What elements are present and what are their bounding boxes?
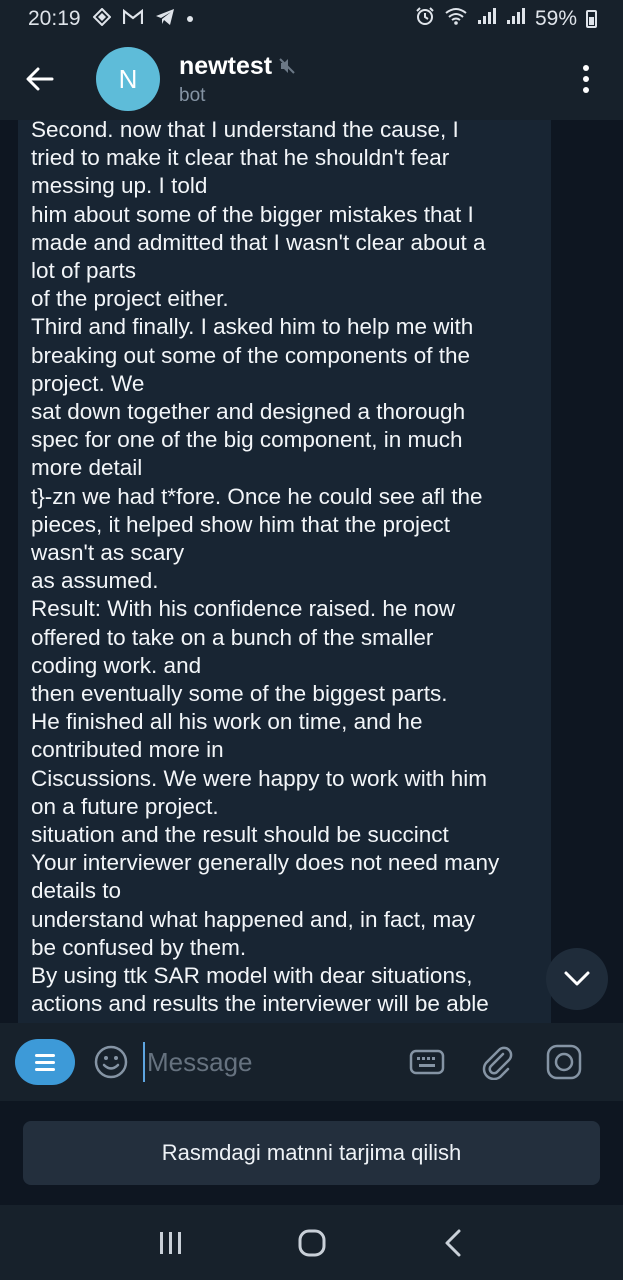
emoji-icon (94, 1045, 128, 1079)
message-line: Second. now that I understand the cause,… (31, 120, 459, 142)
message-bubble[interactable]: Second. now that I understand the cause,… (18, 120, 551, 1023)
home-icon (298, 1229, 325, 1256)
camera-button[interactable] (542, 1040, 586, 1084)
back-chevron-icon (445, 1229, 460, 1256)
camera-icon (546, 1044, 582, 1080)
bot-keyboard-area: Rasmdagi matnni tarjima qilish (0, 1101, 623, 1205)
recent-apps-button[interactable] (141, 1213, 201, 1273)
dot-icon (583, 87, 589, 93)
wifi-icon (444, 7, 468, 31)
vpn-icon (92, 7, 111, 31)
message-line: details to (31, 878, 122, 904)
message-text: Second. now that I understand the cause,… (31, 120, 539, 1019)
back-button[interactable] (0, 38, 80, 120)
message-line: t}-zn we had t*fore. Once he could see a… (31, 483, 483, 509)
chevron-down-icon (564, 971, 590, 986)
scroll-down-button[interactable] (546, 948, 608, 1010)
avatar-letter: N (118, 63, 138, 94)
menu-line-icon (35, 1067, 55, 1071)
message-line: spec for one of the big component, in mu… (31, 427, 463, 453)
message-input-bar (0, 1023, 623, 1101)
message-line: made and admitted that I wasn't clear ab… (31, 229, 486, 255)
translate-text-button[interactable]: Rasmdagi matnni tarjima qilish (23, 1121, 600, 1185)
signal-icon (506, 7, 526, 31)
message-line: on a future project. (31, 793, 219, 819)
message-line: then eventually some of the biggest part… (31, 681, 448, 707)
message-line: breaking out some of the components of t… (31, 342, 471, 368)
message-line: situation and the result should be succi… (31, 822, 449, 848)
chat-header: N newtest bot (0, 38, 623, 120)
message-line: lot of parts (31, 258, 137, 284)
more-options-button[interactable] (571, 49, 601, 109)
message-line: offered to take on a bunch of the smalle… (31, 624, 434, 650)
message-line: sat down together and designed a thoroug… (31, 399, 466, 425)
battery-percent: 59% (534, 7, 577, 30)
menu-line-icon (35, 1053, 55, 1057)
bot-keyboard-icon (409, 1049, 445, 1075)
status-time: 20:19 (28, 7, 81, 30)
message-line: as assumed. (31, 568, 159, 594)
message-line: tried to make it clear that he shouldn't… (31, 145, 450, 171)
signal-icon (477, 7, 497, 31)
dot-icon (583, 76, 589, 82)
alarm-icon (415, 6, 435, 32)
message-line: Third and finally. I asked him to help m… (31, 314, 474, 340)
gmail-icon (122, 8, 143, 30)
message-line: coding work. and (31, 652, 202, 678)
attach-button[interactable] (475, 1040, 519, 1084)
avatar[interactable]: N (96, 47, 160, 111)
home-button[interactable] (282, 1213, 342, 1273)
message-line: understand what happened and, in fact, m… (31, 906, 476, 932)
message-line: He finished all his work on time, and he (31, 709, 423, 735)
telegram-icon (155, 8, 175, 31)
notification-dot-icon (186, 16, 193, 22)
paperclip-icon (482, 1046, 513, 1080)
menu-line-icon (35, 1060, 55, 1064)
message-line: project. We (31, 370, 145, 396)
status-bar: 20:19 59% (0, 0, 623, 38)
message-line: By using ttk SAR model with dear situati… (31, 963, 473, 989)
message-line: of the project either. (31, 286, 229, 312)
bot-menu-button[interactable] (15, 1039, 75, 1085)
system-nav-bar (0, 1205, 623, 1280)
arrow-left-icon (26, 67, 54, 91)
keyboard-button[interactable] (405, 1040, 449, 1084)
message-line: actions and results the interviewer will… (31, 991, 489, 1017)
message-line: Your interviewer generally does not need… (31, 850, 500, 876)
message-input[interactable] (143, 1042, 393, 1082)
message-line: more detail (31, 455, 143, 481)
dot-icon (583, 65, 589, 71)
message-line: Result: With his confidence raised. he n… (31, 596, 455, 622)
message-line: Ciscussions. We were happy to work with … (31, 765, 487, 791)
battery-icon (586, 10, 597, 28)
message-line: pieces, it helped show him that the proj… (31, 511, 450, 537)
muted-icon (279, 58, 295, 74)
emoji-button[interactable] (93, 1044, 129, 1080)
message-line: contributed more in (31, 737, 224, 763)
chat-subtitle: bot (179, 84, 206, 106)
recent-apps-icon (159, 1231, 181, 1254)
message-line: wasn't as scary (31, 540, 185, 566)
chat-title: newtest (179, 51, 273, 80)
message-line: be confused by them. (31, 934, 247, 960)
back-nav-button[interactable] (423, 1213, 483, 1273)
chat-area[interactable]: Second. now that I understand the cause,… (0, 120, 623, 1023)
message-line: him about some of the bigger mistakes th… (31, 201, 474, 227)
message-line: messing up. I told (31, 173, 208, 199)
chat-title-block[interactable]: newtest bot (179, 52, 296, 107)
